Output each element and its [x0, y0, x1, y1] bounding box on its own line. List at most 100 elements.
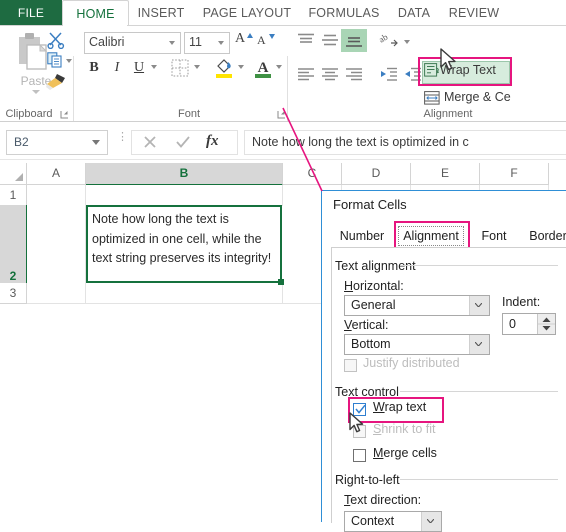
chevron-down-icon[interactable]: [92, 140, 100, 145]
font-name-combobox[interactable]: Calibri: [84, 32, 181, 54]
tab-home[interactable]: HOME: [62, 0, 129, 27]
align-center-icon[interactable]: [320, 66, 340, 83]
formula-input[interactable]: Note how long the text is optimized in c: [244, 130, 566, 155]
label-text-direction-rest: ext direction:: [350, 493, 422, 507]
column-header-d[interactable]: D: [342, 163, 411, 185]
ribbon-group-clipboard: Paste Clipboard: [0, 26, 73, 122]
formula-bar-handle[interactable]: ⋮: [117, 132, 128, 148]
svg-text:A: A: [258, 60, 269, 76]
align-top-icon[interactable]: [296, 32, 316, 49]
merge-cells-label-rest: erge cells: [383, 446, 437, 460]
group-label-font: Font: [177, 108, 200, 120]
row-header-1[interactable]: 1: [0, 185, 27, 206]
column-header-c[interactable]: C: [283, 163, 342, 185]
merge-cells-checkbox[interactable]: [353, 449, 366, 462]
chevron-down-icon[interactable]: [169, 41, 175, 45]
dialog-tab-border[interactable]: Border: [521, 225, 566, 247]
format-painter-icon[interactable]: [46, 73, 66, 91]
copy-icon[interactable]: [47, 52, 63, 68]
section-rule: [400, 391, 558, 392]
dialog-tab-number[interactable]: Number: [331, 225, 393, 247]
label-horizontal: Horizontal:: [344, 279, 404, 293]
section-label-right-to-left: Right-to-left: [335, 473, 405, 487]
font-color-icon[interactable]: A: [254, 57, 272, 79]
tab-data[interactable]: DATA: [390, 0, 438, 26]
vertical-dropdown-button[interactable]: [469, 335, 489, 354]
cell-b1[interactable]: [86, 185, 283, 206]
column-header-e[interactable]: E: [411, 163, 480, 185]
row-header-2[interactable]: 2: [0, 205, 28, 284]
increase-font-size-button[interactable]: A: [234, 31, 254, 51]
indent-stepper[interactable]: 0: [502, 313, 556, 335]
scissors-icon[interactable]: [47, 31, 65, 49]
cancel-x-icon[interactable]: [142, 134, 158, 150]
grow-font-glyph: A: [235, 31, 246, 46]
chevron-down-icon[interactable]: [218, 41, 224, 45]
chevron-down-icon[interactable]: [194, 65, 200, 69]
chevron-down-icon: [427, 519, 434, 523]
clipboard-dialog-launcher-icon[interactable]: [60, 110, 69, 119]
cell-a3[interactable]: [27, 283, 86, 304]
shrink-to-fit-checkbox[interactable]: [353, 425, 366, 438]
horizontal-alignment-select[interactable]: General: [344, 295, 490, 316]
horizontal-dropdown-button[interactable]: [469, 296, 489, 315]
align-right-icon[interactable]: [344, 66, 364, 83]
tab-insert[interactable]: INSERT: [130, 0, 192, 26]
select-all-corner[interactable]: [0, 163, 27, 185]
group-label-clipboard: Clipboard: [5, 108, 53, 120]
justify-distributed-checkbox[interactable]: [344, 359, 357, 372]
fill-color-icon[interactable]: [214, 57, 234, 79]
chevron-down-icon[interactable]: [276, 65, 282, 69]
tab-page-layout[interactable]: PAGE LAYOUT: [195, 0, 299, 26]
align-middle-icon[interactable]: [320, 32, 340, 49]
insert-function-icon[interactable]: fx: [206, 133, 219, 150]
vertical-value: Bottom: [351, 337, 391, 351]
selected-cell-b2[interactable]: Note how long the text is optimized in o…: [86, 205, 282, 283]
indent-spinner-buttons[interactable]: [537, 314, 555, 334]
column-header-b[interactable]: B: [86, 163, 283, 186]
decrease-font-size-button[interactable]: A: [256, 31, 276, 51]
indent-value: 0: [509, 317, 516, 331]
tab-formulas[interactable]: FORMULAS: [303, 0, 385, 26]
cell-a2[interactable]: [27, 205, 86, 284]
dialog-tab-strip: Number Alignment Font Border: [331, 221, 566, 250]
italic-button[interactable]: I: [107, 58, 127, 78]
chevron-down-icon[interactable]: [32, 90, 40, 94]
font-size-combobox[interactable]: 11: [184, 32, 230, 54]
tab-file[interactable]: FILE: [0, 0, 62, 26]
dialog-tab-alignment-highlight-box: [394, 221, 470, 250]
decrease-indent-icon[interactable]: [378, 66, 398, 83]
merge-cells-icon: [424, 91, 440, 105]
cell-b3[interactable]: [86, 283, 283, 304]
chevron-down-icon[interactable]: [238, 65, 244, 69]
caret-up-icon: [247, 33, 253, 38]
underline-button[interactable]: U: [129, 58, 149, 78]
borders-icon[interactable]: [170, 58, 190, 78]
chevron-down-icon[interactable]: [404, 40, 410, 44]
column-header-f[interactable]: F: [480, 163, 549, 185]
chevron-down-icon[interactable]: [66, 59, 72, 63]
merge-cells-label: Merge cells: [373, 446, 437, 460]
section-label-text-alignment: Text alignment: [335, 259, 421, 273]
chevron-down-icon[interactable]: [151, 65, 157, 69]
bold-button[interactable]: B: [84, 58, 104, 78]
column-header-a[interactable]: A: [27, 163, 86, 185]
dialog-tab-font[interactable]: Font: [473, 225, 515, 247]
align-bottom-icon[interactable]: [344, 32, 364, 49]
tab-review[interactable]: REVIEW: [443, 0, 505, 26]
cell-a1[interactable]: [27, 185, 86, 206]
ribbon-group-font: Calibri 11 A A B I U A Font: [74, 26, 286, 122]
merge-and-center-button[interactable]: Merge & Ce: [424, 89, 564, 109]
align-left-icon[interactable]: [296, 66, 316, 83]
vertical-alignment-select[interactable]: Bottom: [344, 334, 490, 355]
dialog-title: Format Cells: [333, 197, 407, 212]
text-orientation-icon[interactable]: ab: [378, 32, 400, 49]
fill-handle[interactable]: [278, 279, 284, 285]
wrap-text-highlight-box: [418, 57, 512, 86]
formula-input-value: Note how long the text is optimized in c: [252, 135, 469, 149]
accept-check-icon[interactable]: [175, 134, 191, 150]
font-dialog-launcher-icon[interactable]: [277, 110, 286, 119]
section-rule: [400, 479, 558, 480]
row-header-3[interactable]: 3: [0, 283, 27, 304]
name-box[interactable]: B2: [6, 130, 108, 155]
